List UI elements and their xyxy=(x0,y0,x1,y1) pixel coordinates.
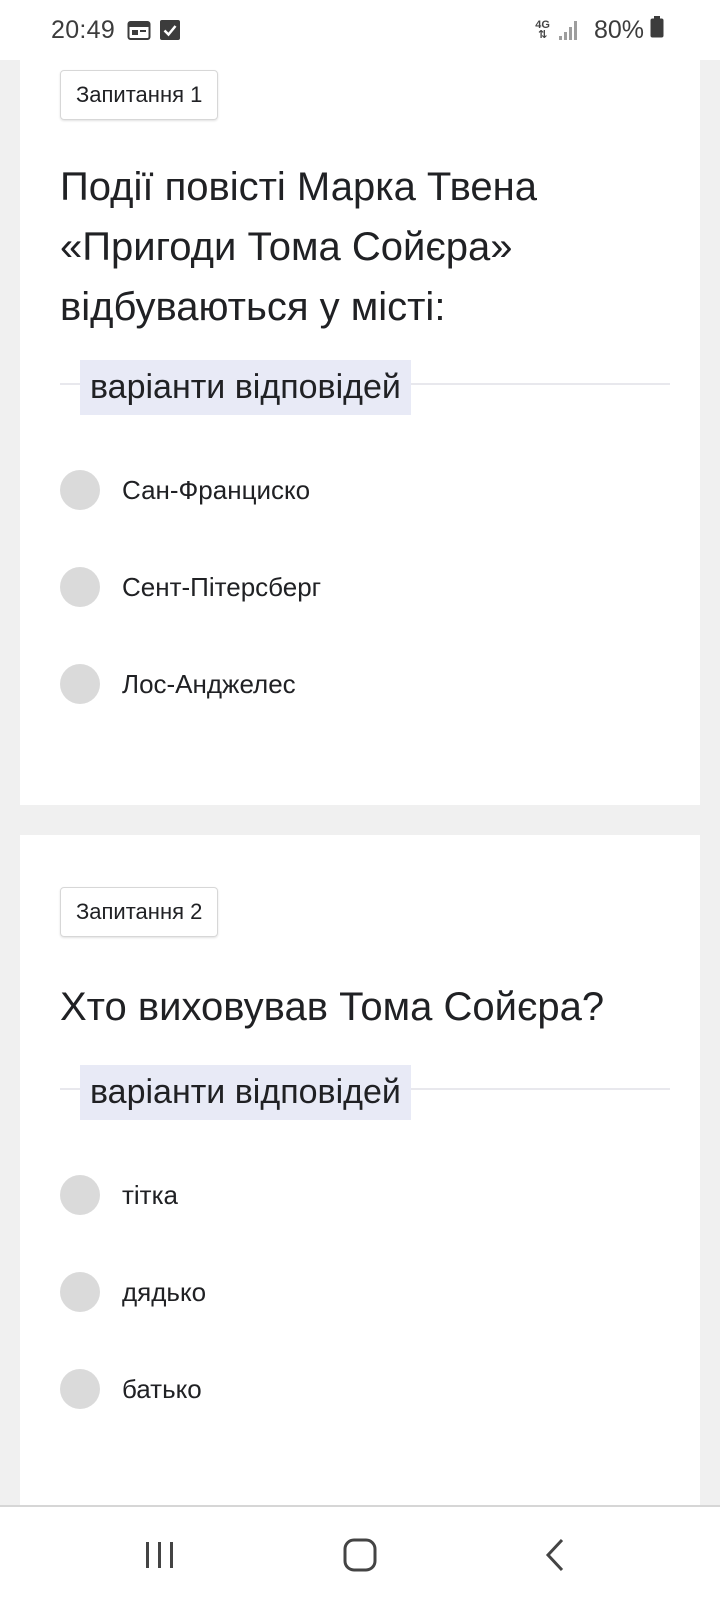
question-card-2: Запитання 2 Хто виховував Тома Сойєра? в… xyxy=(20,835,700,1505)
calendar-icon xyxy=(127,19,151,41)
answer-options-label: варіанти відповідей xyxy=(80,360,411,415)
question-text: Хто виховував Тома Сойєра? xyxy=(60,985,605,1029)
answer-option-label: тітка xyxy=(122,1179,178,1210)
recent-apps-icon[interactable] xyxy=(100,1507,220,1600)
radio-button[interactable] xyxy=(60,1175,100,1215)
status-time: 20:49 xyxy=(51,15,116,44)
answer-option[interactable]: Сент-Пітерсберг xyxy=(60,565,321,609)
battery-icon xyxy=(650,15,664,45)
answer-option-label: дядько xyxy=(122,1276,207,1307)
radio-button[interactable] xyxy=(60,567,100,607)
data-arrows-icon: 4G ⇅ xyxy=(535,19,550,41)
answer-option[interactable]: батько xyxy=(60,1367,202,1411)
question-text: Події повісті Марка Твена «Пригоди Тома … xyxy=(60,165,537,329)
answer-option-label: Сан-Франциско xyxy=(122,474,311,505)
navigation-bar xyxy=(0,1505,720,1600)
answer-option-label: Лос-Анджелес xyxy=(122,668,296,699)
answer-option[interactable]: тітка xyxy=(60,1173,178,1217)
battery-level: 80% xyxy=(593,15,644,44)
radio-button[interactable] xyxy=(60,664,100,704)
radio-button[interactable] xyxy=(60,470,100,510)
question-number-chip: Запитання 2 xyxy=(60,887,219,937)
question-card-1: Запитання 1 Події повісті Марка Твена «П… xyxy=(20,50,700,805)
status-bar: 20:49 4G ⇅ 80% xyxy=(0,0,720,60)
check-box-icon xyxy=(159,19,181,41)
answer-options-label: варіанти відповідей xyxy=(80,1065,411,1120)
screen: Запитання 1 Події повісті Марка Твена «П… xyxy=(0,0,720,1600)
radio-button[interactable] xyxy=(60,1369,100,1409)
answer-option-label: батько xyxy=(122,1373,202,1404)
question-number-chip: Запитання 1 xyxy=(60,70,219,120)
back-icon[interactable] xyxy=(495,1507,615,1600)
signal-icon xyxy=(558,19,578,41)
network-type: 4G xyxy=(535,19,550,31)
answer-option-label: Сент-Пітерсберг xyxy=(122,571,322,602)
radio-button[interactable] xyxy=(60,1272,100,1312)
answer-option[interactable]: Сан-Франциско xyxy=(60,468,310,512)
answer-option[interactable]: дядько xyxy=(60,1270,206,1314)
answer-option[interactable]: Лос-Анджелес xyxy=(60,662,296,706)
home-icon[interactable] xyxy=(300,1507,420,1600)
